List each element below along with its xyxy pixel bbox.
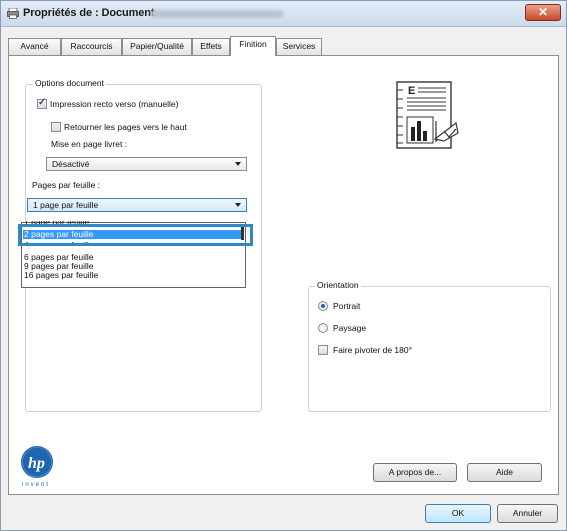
chevron-down-icon	[235, 203, 241, 207]
document-options-label: Options document	[33, 78, 106, 88]
booklet-label: Mise en page livret :	[51, 139, 128, 149]
portrait-radio[interactable]	[318, 301, 328, 311]
flip-pages-label[interactable]: Retourner les pages vers le haut	[64, 122, 187, 132]
rotate-180-checkbox[interactable]	[318, 345, 328, 355]
hp-logo-tagline: invent	[22, 482, 50, 488]
pages-per-sheet-select[interactable]: 1 page par feuille	[27, 198, 247, 212]
flip-pages-checkbox[interactable]	[51, 122, 61, 132]
tab-papier-qualite[interactable]: Papier/Qualité	[122, 38, 192, 55]
hp-logo-text: hp	[28, 455, 45, 472]
cancel-button[interactable]: Annuler	[497, 504, 558, 523]
landscape-radio[interactable]	[318, 323, 328, 333]
tab-services[interactable]: Services	[276, 38, 322, 55]
booklet-select[interactable]: Désactivé	[46, 157, 247, 171]
tab-avance[interactable]: Avancé	[8, 38, 61, 55]
duplex-label[interactable]: Impression recto verso (manuelle)	[50, 99, 179, 109]
duplex-checkbox[interactable]	[37, 97, 47, 109]
tab-effets[interactable]: Effets	[192, 38, 230, 55]
printer-icon	[7, 8, 19, 19]
tab-raccourcis[interactable]: Raccourcis	[61, 38, 122, 55]
portrait-label[interactable]: Portrait	[333, 301, 360, 311]
hp-logo-icon: hp invent	[21, 446, 53, 488]
dropdown-option[interactable]: 16 pages par feuille	[23, 271, 244, 280]
pages-per-sheet-value: 1 page par feuille	[33, 200, 99, 210]
document-preview-icon: E	[396, 81, 459, 149]
rotate-180-label[interactable]: Faire pivoter de 180°	[333, 345, 412, 355]
booklet-select-value: Désactivé	[52, 159, 90, 169]
svg-text:E: E	[408, 85, 415, 97]
callout-highlight	[18, 224, 253, 246]
ok-button[interactable]: OK	[425, 504, 491, 523]
about-button[interactable]: A propos de...	[373, 463, 457, 482]
pages-per-sheet-label: Pages par feuille :	[32, 180, 101, 190]
close-button[interactable]: ✕	[525, 4, 561, 21]
title-bar[interactable]: Propriétés de : Document ✕	[1, 1, 566, 27]
landscape-label[interactable]: Paysage	[333, 323, 366, 333]
chevron-down-icon	[235, 162, 241, 166]
window-title: Propriétés de : Document	[23, 7, 155, 19]
printer-properties-dialog: Propriétés de : Document ✕ Avancé Raccou…	[0, 0, 567, 531]
help-button[interactable]: Aide	[467, 463, 542, 482]
orientation-label: Orientation	[315, 280, 361, 290]
tab-finition[interactable]: Finition	[230, 36, 276, 56]
redacted-printer-name	[151, 10, 283, 18]
